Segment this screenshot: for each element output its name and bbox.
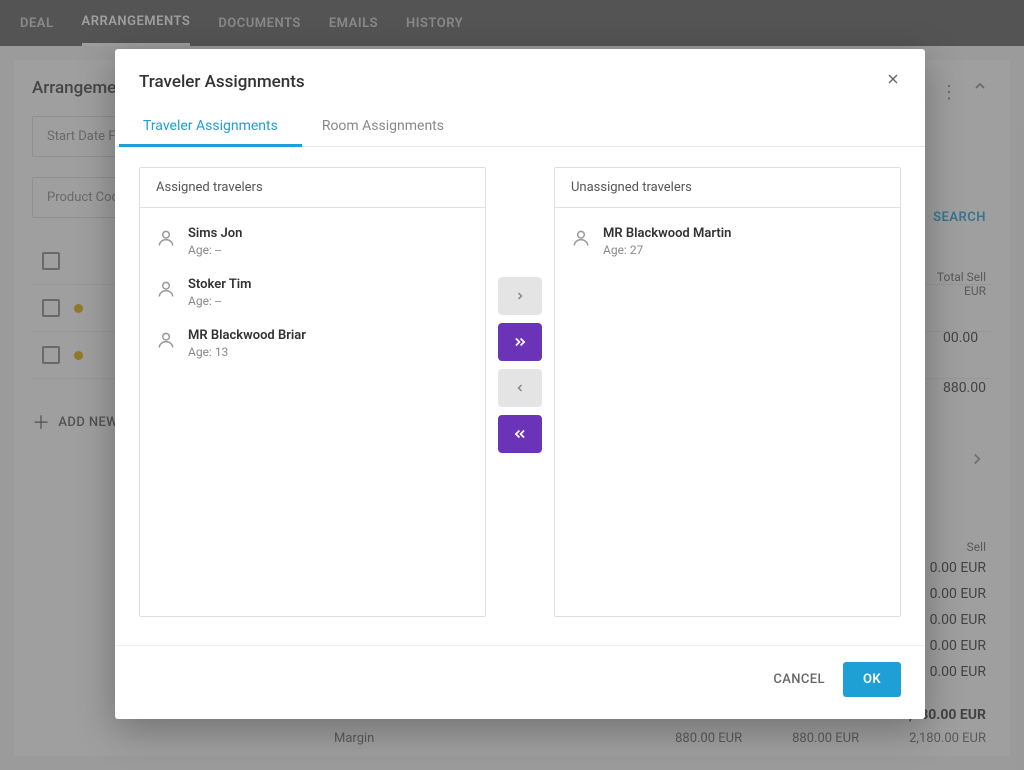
move-left-button[interactable] bbox=[498, 369, 542, 407]
ok-button[interactable]: OK bbox=[843, 662, 901, 697]
transfer-buttons bbox=[498, 277, 542, 453]
modal-title: Traveler Assignments bbox=[139, 72, 305, 92]
traveler-name: MR Blackwood Martin bbox=[603, 226, 731, 241]
traveler-name: Sims Jon bbox=[188, 226, 242, 241]
traveler-assignments-modal: Traveler Assignments Traveler Assignment… bbox=[115, 49, 925, 719]
person-icon bbox=[156, 330, 176, 350]
double-chevron-left-icon bbox=[512, 427, 528, 441]
tab-traveler-assignments[interactable]: Traveler Assignments bbox=[139, 106, 282, 146]
traveler-name: Stoker Tim bbox=[188, 277, 251, 292]
unassigned-panel-header: Unassigned travelers bbox=[555, 168, 900, 208]
chevron-left-icon bbox=[514, 382, 526, 394]
assigned-panel-header: Assigned travelers bbox=[140, 168, 485, 208]
unassigned-travelers-panel: Unassigned travelers MR Blackwood Martin… bbox=[554, 167, 901, 617]
person-icon bbox=[156, 279, 176, 299]
person-icon bbox=[571, 228, 591, 248]
move-right-button[interactable] bbox=[498, 277, 542, 315]
traveler-item[interactable]: Stoker Tim Age: -- bbox=[146, 267, 479, 318]
traveler-age: Age: -- bbox=[188, 243, 242, 257]
cancel-button[interactable]: CANCEL bbox=[773, 672, 825, 687]
traveler-age: Age: 27 bbox=[603, 243, 731, 257]
traveler-name: MR Blackwood Briar bbox=[188, 328, 306, 343]
traveler-age: Age: 13 bbox=[188, 345, 306, 359]
double-chevron-right-icon bbox=[512, 335, 528, 349]
person-icon bbox=[156, 228, 176, 248]
tab-room-assignments[interactable]: Room Assignments bbox=[318, 106, 448, 146]
traveler-item[interactable]: MR Blackwood Martin Age: 27 bbox=[561, 216, 894, 267]
assigned-travelers-panel: Assigned travelers Sims Jon Age: -- Stok… bbox=[139, 167, 486, 617]
close-button[interactable] bbox=[885, 71, 901, 92]
move-all-left-button[interactable] bbox=[498, 415, 542, 453]
move-all-right-button[interactable] bbox=[498, 323, 542, 361]
traveler-item[interactable]: MR Blackwood Briar Age: 13 bbox=[146, 318, 479, 369]
traveler-item[interactable]: Sims Jon Age: -- bbox=[146, 216, 479, 267]
traveler-age: Age: -- bbox=[188, 294, 251, 308]
chevron-right-icon bbox=[514, 290, 526, 302]
